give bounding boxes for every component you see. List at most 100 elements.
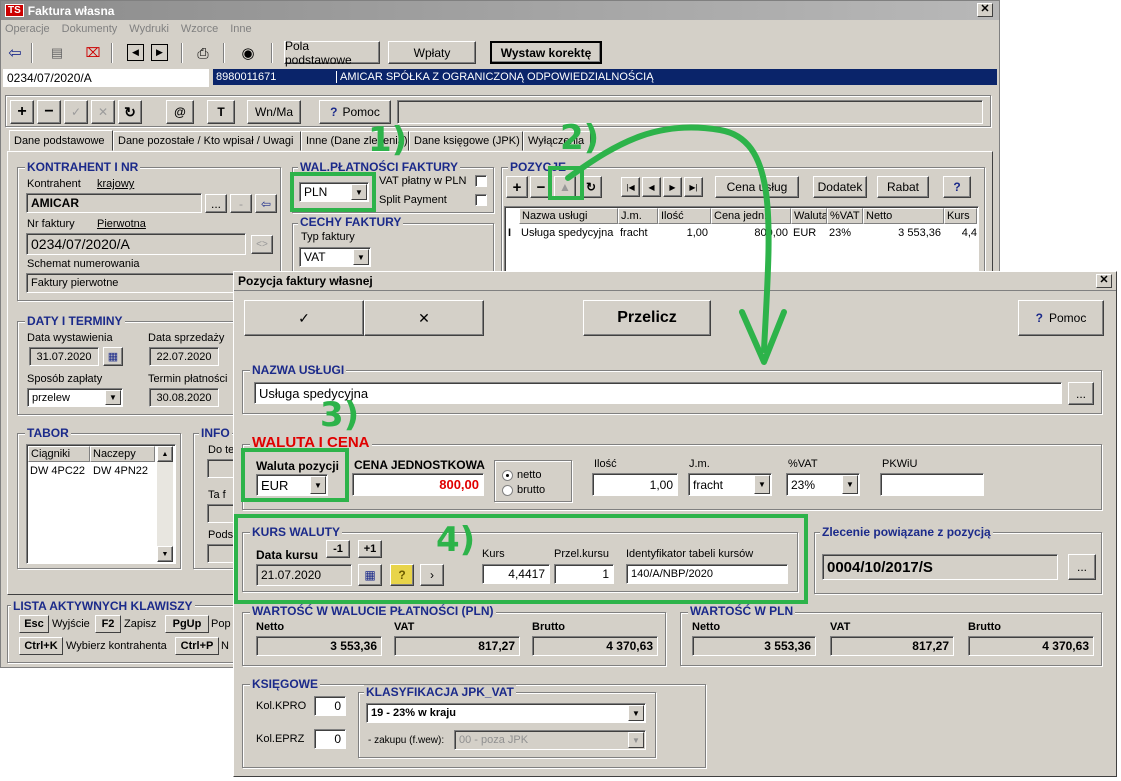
first-record-icon[interactable]: |◀: [621, 177, 640, 197]
last-record-icon[interactable]: ▶|: [684, 177, 703, 197]
prev-icon[interactable]: ◀: [642, 177, 661, 197]
chevron-down-icon[interactable]: ▼: [628, 705, 644, 721]
col-header-ciagniki[interactable]: Ciągniki: [28, 446, 90, 462]
scroll-down-icon[interactable]: ▼: [157, 546, 173, 562]
cancel-icon[interactable]: ✕: [91, 100, 115, 124]
back-arrow-icon[interactable]: ⇦: [5, 43, 25, 63]
wplaty-button[interactable]: Wpłaty: [388, 41, 476, 64]
ok-button[interactable]: ✓: [244, 300, 364, 336]
col-header-naczepy[interactable]: Naczepy: [90, 446, 155, 462]
nazwa-browse-button[interactable]: ...: [1068, 382, 1094, 405]
netto-radio[interactable]: [502, 470, 513, 481]
col-header-kurs[interactable]: Kurs: [944, 208, 977, 224]
key-ctrl-k[interactable]: Ctrl+K: [19, 637, 63, 655]
przelicz-button[interactable]: Przelicz: [583, 300, 711, 336]
close-icon[interactable]: ✕: [1096, 274, 1112, 288]
col-header-vat[interactable]: %VAT: [827, 208, 863, 224]
col-header-waluta[interactable]: Waluta: [791, 208, 827, 224]
refresh-icon[interactable]: ↻: [118, 100, 142, 124]
col-header-ilosc[interactable]: Ilość: [658, 208, 711, 224]
vat-pln-checkbox[interactable]: [475, 175, 487, 187]
kontrahent-select-icon[interactable]: ⇦: [255, 194, 277, 213]
wystaw-korekte-button[interactable]: Wystaw korektę: [490, 41, 602, 64]
scroll-up-icon[interactable]: ▲: [157, 446, 173, 462]
chevron-down-icon[interactable]: ▼: [754, 475, 770, 494]
menu-wydruki[interactable]: Wydruki: [129, 23, 169, 39]
cechy-title: CECHY FAKTURY: [298, 215, 404, 229]
dodatek-button[interactable]: Dodatek: [813, 176, 867, 198]
wartosc-platnosci-title: WARTOŚĆ W WALUCIE PŁATNOŚCI (PLN): [250, 604, 496, 618]
add-button[interactable]: +: [10, 100, 34, 124]
sposob-combo[interactable]: przelew ▼: [27, 388, 123, 407]
close-icon[interactable]: ✕: [977, 3, 993, 17]
sprzedazy-field[interactable]: 22.07.2020: [149, 347, 219, 366]
document-icon[interactable]: ▤: [47, 43, 67, 63]
pozycje-add-button[interactable]: +: [506, 176, 528, 198]
next-record-icon[interactable]: ▶: [151, 44, 168, 61]
key-pgup[interactable]: PgUp: [165, 615, 209, 633]
cena-field[interactable]: 800,00: [352, 473, 484, 496]
menu-wzorce[interactable]: Wzorce: [181, 23, 218, 39]
tab-dane-ksiegowe[interactable]: Dane księgowe (JPK): [409, 131, 523, 151]
tab-dane-pozostale[interactable]: Dane pozostałe / Kto wpisał / Uwagi: [113, 131, 301, 151]
key-f2[interactable]: F2: [95, 615, 121, 633]
jm-combo[interactable]: fracht ▼: [688, 473, 772, 496]
wystawienia-label: Data wystawienia: [27, 332, 113, 344]
schemat-field[interactable]: Faktury pierwotne: [26, 273, 246, 293]
nr-swap-icon[interactable]: <>: [251, 235, 273, 254]
email-button[interactable]: @: [166, 100, 194, 124]
kontrahent-browse-button[interactable]: ...: [205, 194, 227, 213]
key-ctrl-p[interactable]: Ctrl+P: [175, 637, 219, 655]
eprz-field[interactable]: 0: [314, 729, 346, 749]
nr-faktury-field[interactable]: 0234/07/2020/A: [26, 233, 246, 255]
cancel-button[interactable]: ✕: [364, 300, 484, 336]
dialog-pomoc-button[interactable]: ? Pomoc: [1018, 300, 1104, 336]
kontrahent-clear-button[interactable]: -: [230, 194, 252, 213]
zlecenie-field[interactable]: 0004/10/2017/S: [822, 554, 1058, 580]
kontrahent-type-link[interactable]: krajowy: [97, 178, 134, 190]
col-header-jm[interactable]: J.m.: [618, 208, 658, 224]
menu-inne[interactable]: Inne: [230, 23, 251, 39]
kontrahent-field[interactable]: AMICAR: [26, 193, 202, 213]
chevron-down-icon[interactable]: ▼: [105, 390, 121, 405]
remove-button[interactable]: −: [37, 100, 61, 124]
rabat-button[interactable]: Rabat: [877, 176, 929, 198]
col-header-netto[interactable]: Netto: [863, 208, 944, 224]
jpk-combo[interactable]: 19 - 23% w kraju ▼: [366, 703, 646, 723]
tabor-scrollbar[interactable]: ▲ ▼: [157, 446, 173, 562]
menu-dokumenty[interactable]: Dokumenty: [62, 23, 118, 39]
text-button[interactable]: T: [207, 100, 235, 124]
next-icon[interactable]: ▶: [663, 177, 682, 197]
typ-faktury-combo[interactable]: VAT ▼: [299, 247, 371, 267]
key-esc[interactable]: Esc: [19, 615, 49, 633]
termin-field[interactable]: 30.08.2020: [149, 388, 219, 407]
delete-document-icon[interactable]: ⌧: [83, 43, 103, 63]
zlecenie-browse-button[interactable]: ...: [1068, 554, 1096, 580]
pkwiu-field[interactable]: [880, 473, 984, 496]
vat-combo[interactable]: 23% ▼: [786, 473, 860, 496]
split-payment-checkbox[interactable]: [475, 194, 487, 206]
wn-ma-button[interactable]: Wn/Ma: [247, 100, 301, 124]
wystawienia-field[interactable]: 31.07.2020: [29, 347, 99, 366]
calendar-icon[interactable]: ▦: [103, 347, 123, 366]
pozycje-help-icon[interactable]: ?: [943, 176, 971, 198]
chevron-down-icon[interactable]: ▼: [842, 475, 858, 494]
pola-podstawowe-button[interactable]: Pola podstawowe: [284, 39, 380, 67]
brutto-radio-label: brutto: [517, 484, 546, 496]
nazwa-uslugi-field[interactable]: Usługa spedycyjna: [254, 382, 1062, 404]
confirm-icon[interactable]: ✓: [64, 100, 88, 124]
cena-uslug-button[interactable]: Cena usług: [715, 176, 799, 198]
kpro-field[interactable]: 0: [314, 696, 346, 716]
ilosc-field[interactable]: 1,00: [592, 473, 678, 496]
chevron-down-icon[interactable]: ▼: [353, 249, 369, 265]
col-header-nazwa[interactable]: Nazwa usługi: [519, 208, 618, 224]
nr-type-link[interactable]: Pierwotna: [97, 218, 146, 230]
printer-icon[interactable]: ⎙: [193, 43, 213, 63]
prev-record-icon[interactable]: ◀: [127, 44, 144, 61]
brutto-radio[interactable]: [502, 485, 513, 496]
menu-operacje[interactable]: Operacje: [5, 23, 50, 39]
tab-dane-podstawowe[interactable]: Dane podstawowe: [9, 130, 113, 151]
sprzedazy-label: Data sprzedaży: [148, 332, 225, 344]
col-header-cena[interactable]: Cena jedn.: [711, 208, 791, 224]
record-icon[interactable]: ◉: [238, 43, 258, 63]
